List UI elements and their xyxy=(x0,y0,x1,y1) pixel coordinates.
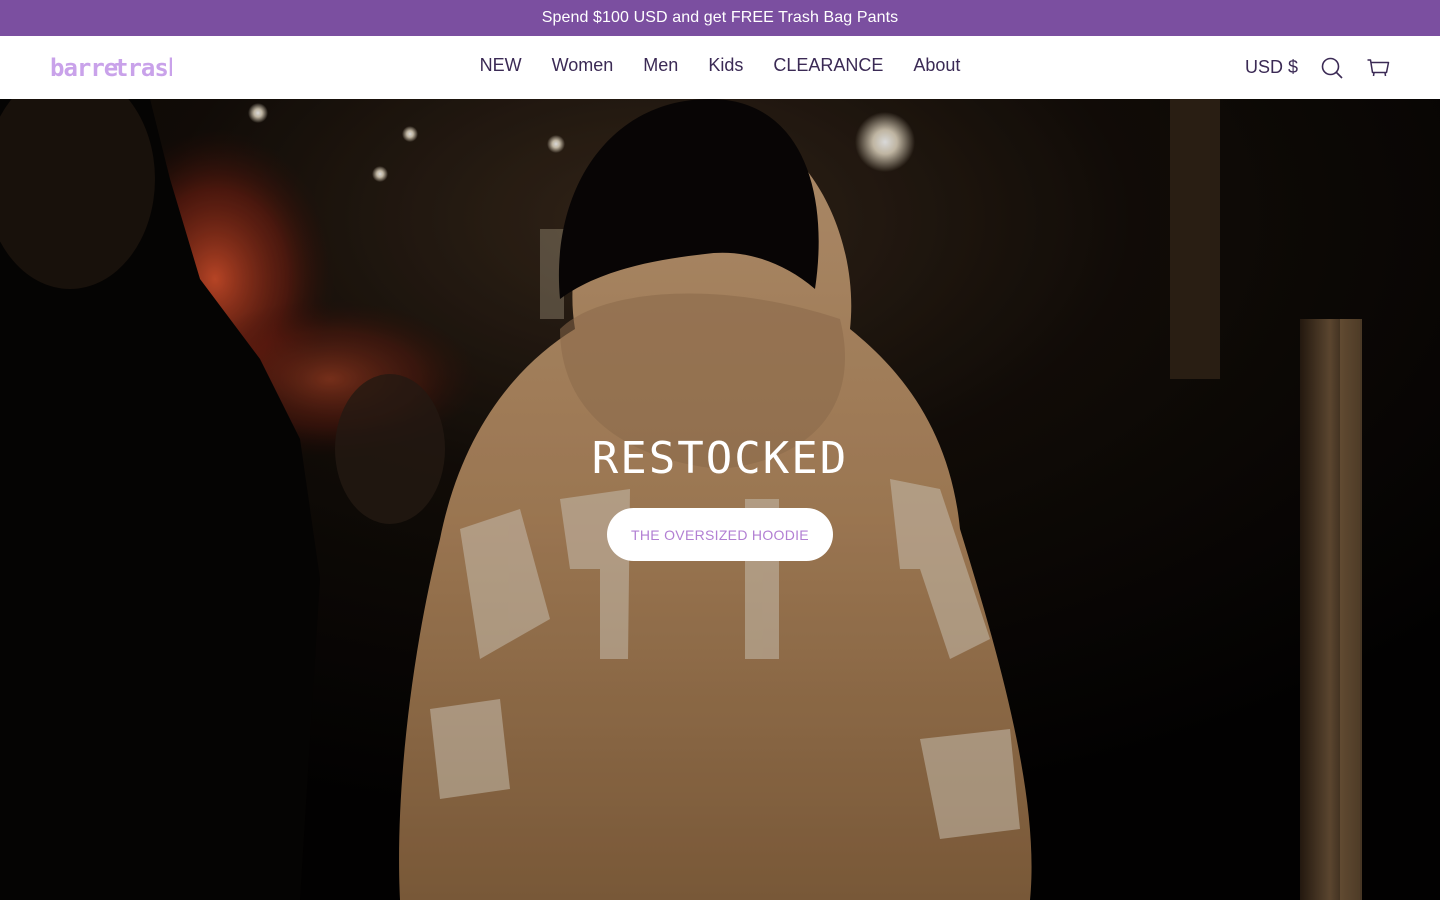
logo-wordmark: barre trash xyxy=(50,54,172,82)
announcement-bar[interactable]: Spend $100 USD and get FREE Trash Bag Pa… xyxy=(0,0,1440,36)
nav-item-about[interactable]: About xyxy=(898,55,975,76)
main-nav: NEW Women Men Kids CLEARANCE About xyxy=(0,36,1440,99)
svg-text:trash: trash xyxy=(114,54,172,82)
nav-item-men[interactable]: Men xyxy=(628,55,693,76)
announcement-text[interactable]: Spend $100 USD and get FREE Trash Bag Pa… xyxy=(542,9,899,27)
header-actions: USD $ xyxy=(1245,36,1390,99)
logo[interactable]: barre trash xyxy=(50,52,172,82)
cart-icon[interactable] xyxy=(1366,56,1390,80)
shop-hoodie-button[interactable]: THE OVERSIZED HOODIE xyxy=(607,508,833,561)
search-icon[interactable] xyxy=(1320,56,1344,80)
nav-item-new[interactable]: NEW xyxy=(465,55,537,76)
nav-item-kids[interactable]: Kids xyxy=(693,55,758,76)
hero-title: RESTOCKED xyxy=(591,433,849,484)
hero-banner[interactable]: RESTOCKED THE OVERSIZED HOODIE xyxy=(0,99,1440,900)
hero-content: RESTOCKED THE OVERSIZED HOODIE xyxy=(0,437,1440,561)
nav-item-women[interactable]: Women xyxy=(537,55,629,76)
svg-text:barre: barre xyxy=(50,54,118,82)
site-header: barre trash NEW Women Men Kids CLEARANCE… xyxy=(0,36,1440,99)
nav-item-clearance[interactable]: CLEARANCE xyxy=(758,55,898,76)
currency-selector[interactable]: USD $ xyxy=(1245,57,1298,78)
